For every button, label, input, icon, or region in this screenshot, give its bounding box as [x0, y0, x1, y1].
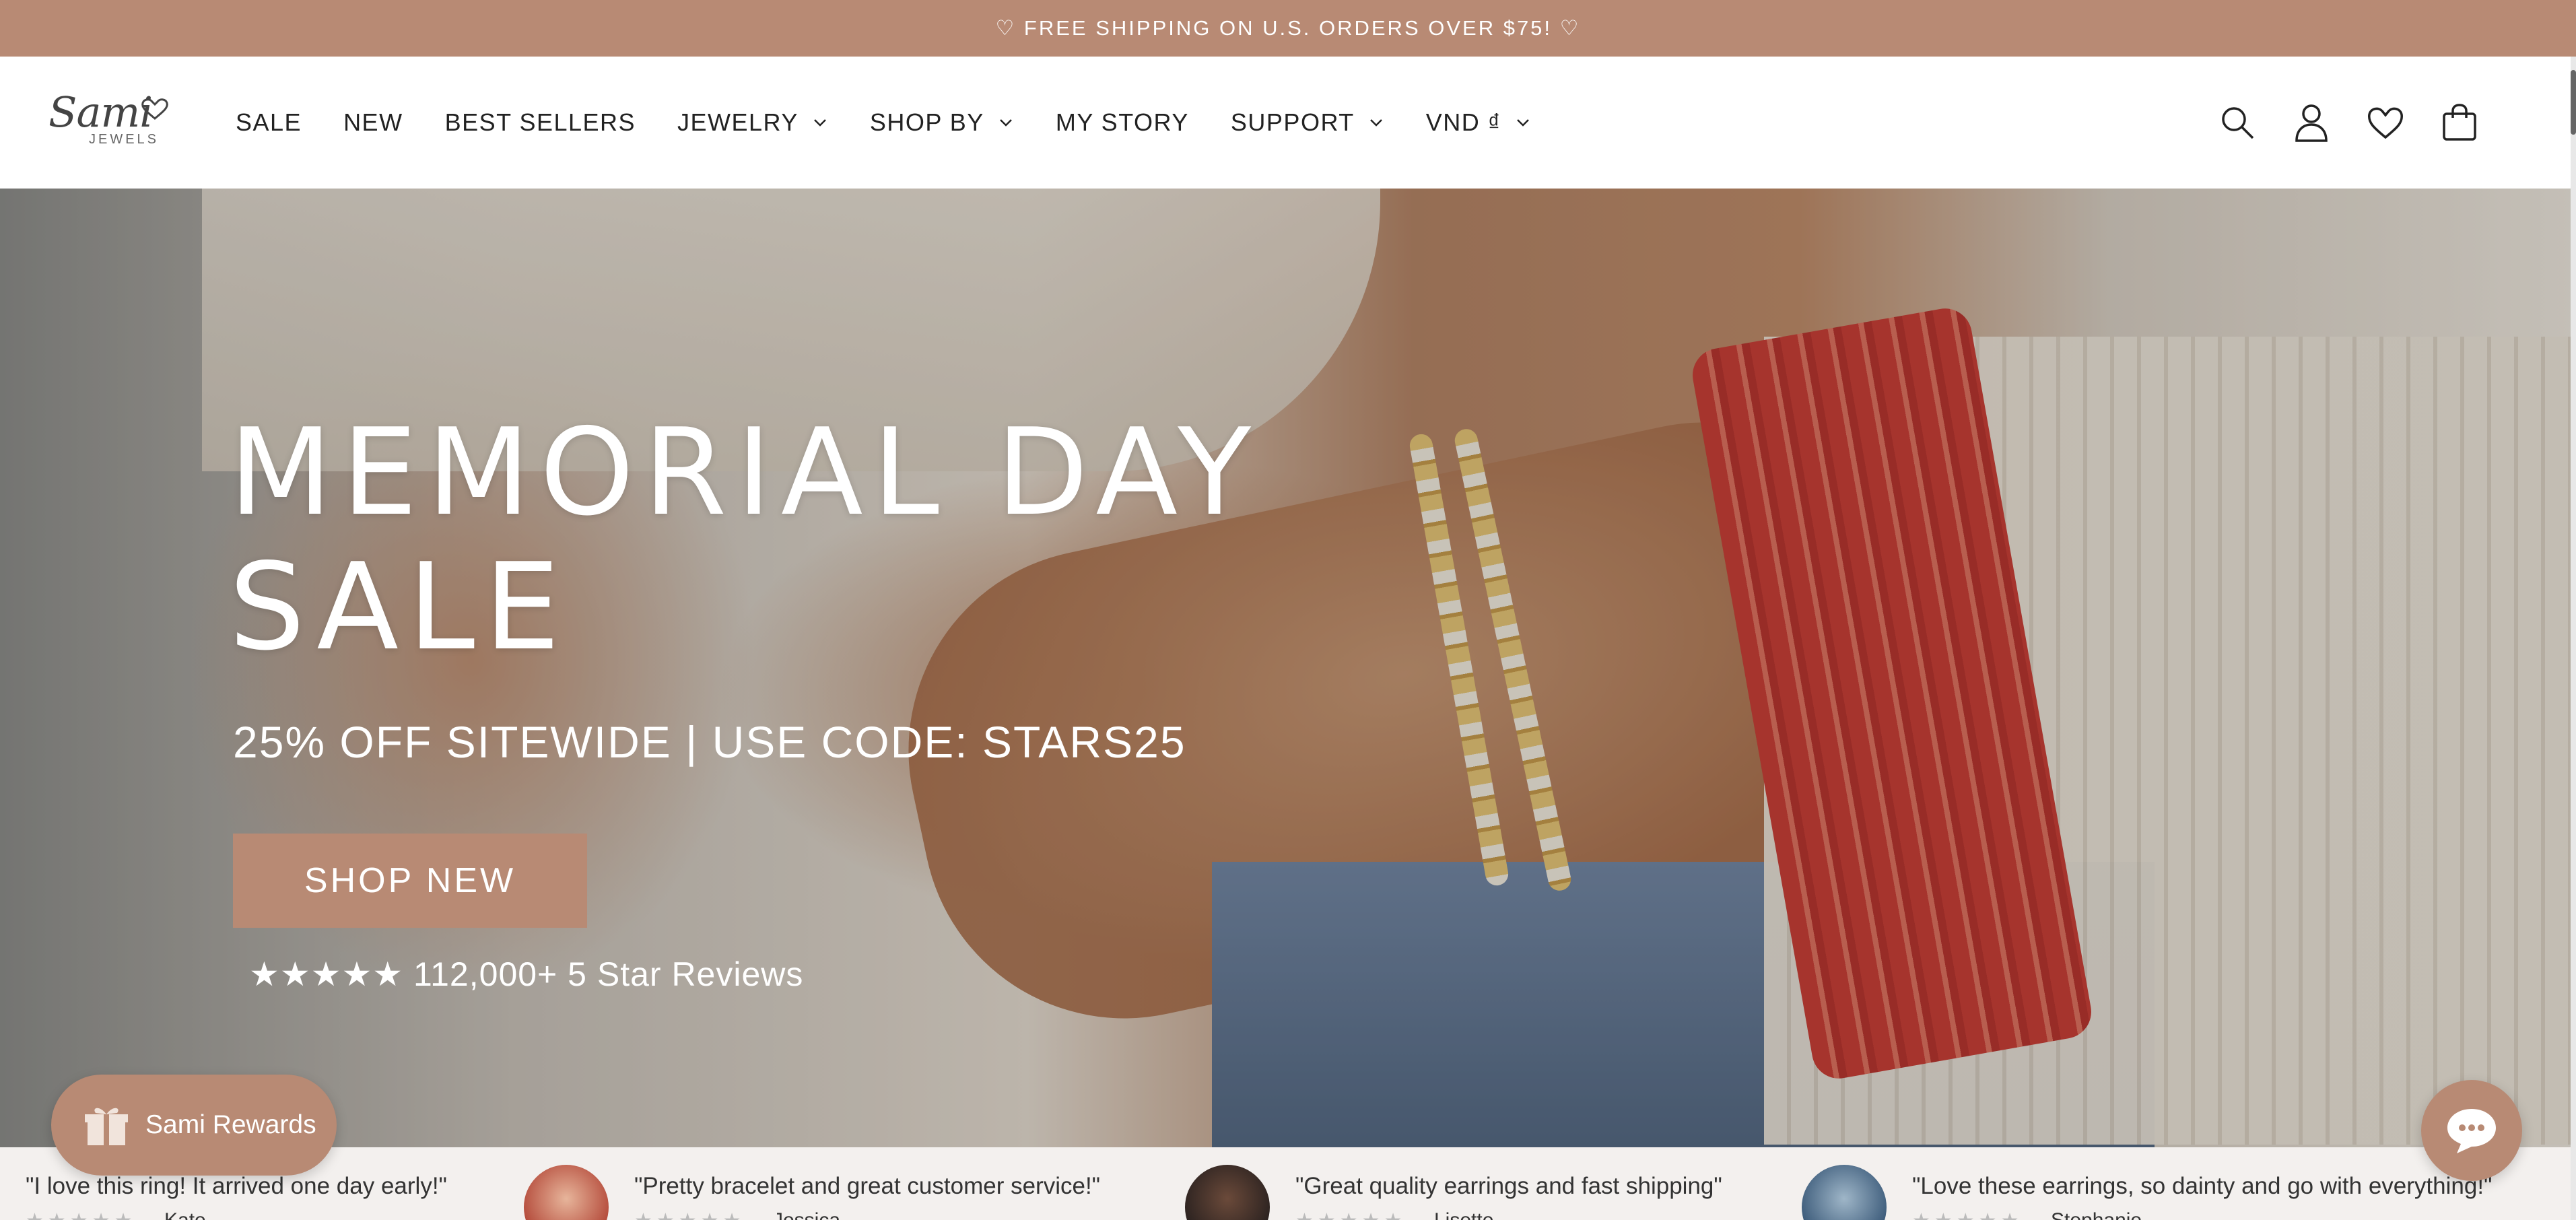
review-name: Stephanie: [2051, 1209, 2142, 1220]
site-header: Sami JEWELS SALE NEW BEST SELLERS JEWELR…: [0, 57, 2576, 189]
wishlist-heart-icon: [2368, 107, 2403, 139]
review-name: Kate: [164, 1209, 206, 1220]
nav-label: BEST SELLERS: [444, 108, 636, 136]
nav-item-my-story[interactable]: MY STORY: [1056, 108, 1189, 137]
hero-reviews-stars: ★★★★★: [249, 955, 404, 993]
chevron-down-icon: [1516, 119, 1529, 127]
announcement-text: ♡ FREE SHIPPING ON U.S. ORDERS OVER $75!…: [995, 16, 1581, 40]
hero-banner: MEMORIAL DAY SALE 25% OFF SITEWIDE | USE…: [0, 189, 2571, 1147]
nav-label: SHOP BY: [869, 108, 984, 136]
hero-subtitle: 25% OFF SITEWIDE | USE CODE: STARS25: [233, 717, 1186, 767]
review-stars: ★★★★★: [26, 1209, 136, 1220]
chat-bubble-icon: [2447, 1109, 2496, 1153]
review-name: Lisette: [1434, 1209, 1493, 1220]
chevron-down-icon: [814, 119, 826, 127]
avatar: [524, 1165, 609, 1220]
logo-script: Sami: [48, 88, 153, 137]
nav-item-shop-by[interactable]: SHOP BY: [870, 108, 1014, 137]
avatar: [1802, 1165, 1887, 1220]
chat-button[interactable]: [2421, 1080, 2522, 1181]
review-stars: ★★★★★: [634, 1209, 745, 1220]
gift-icon: [85, 1108, 128, 1145]
rewards-label: Sami Rewards: [145, 1110, 316, 1139]
main-nav: SALE NEW BEST SELLERS JEWELRY SHOP BY MY…: [236, 57, 1573, 189]
review-quote: "I love this ring! It arrived one day ea…: [26, 1173, 447, 1199]
review-quote: "Pretty bracelet and great customer serv…: [634, 1173, 1101, 1199]
nav-item-sale[interactable]: SALE: [236, 108, 302, 137]
currency-selector[interactable]: VND ₫: [1426, 108, 1531, 137]
hero-reviews: ★★★★★ 112,000+ 5 Star Reviews: [249, 955, 803, 994]
review-quote: "Great quality earrings and fast shippin…: [1295, 1173, 1722, 1199]
nav-item-new[interactable]: NEW: [343, 108, 403, 137]
shop-new-button[interactable]: SHOP NEW: [233, 834, 587, 928]
search-icon: [2222, 107, 2254, 139]
header-icons: [2185, 57, 2482, 189]
announcement-bar: ♡ FREE SHIPPING ON U.S. ORDERS OVER $75!…: [0, 0, 2576, 57]
scrollbar-thumb[interactable]: [2571, 70, 2576, 135]
rewards-button[interactable]: Sami Rewards: [51, 1075, 337, 1176]
nav-item-support[interactable]: SUPPORT: [1231, 108, 1384, 137]
reviews-strip: "I love this ring! It arrived one day ea…: [0, 1147, 2576, 1220]
search-button[interactable]: [2215, 100, 2260, 145]
hero-reviews-text: 112,000+ 5 Star Reviews: [413, 955, 804, 993]
nav-item-jewelry[interactable]: JEWELRY: [677, 108, 828, 137]
review-stars: ★★★★★: [1295, 1209, 1406, 1220]
currency-label: VND ₫: [1425, 108, 1501, 136]
wishlist-button[interactable]: [2363, 100, 2408, 145]
review-stars: ★★★★★: [1912, 1209, 2023, 1220]
review-quote: "Love these earrings, so dainty and go w…: [1912, 1173, 2493, 1199]
cart-button[interactable]: [2437, 100, 2482, 145]
nav-label: SUPPORT: [1230, 108, 1355, 136]
nav-label: JEWELRY: [677, 108, 799, 136]
logo-heart-icon: [141, 98, 168, 120]
nav-label: SALE: [236, 108, 302, 136]
account-icon: [2295, 104, 2328, 142]
chevron-down-icon: [999, 119, 1012, 127]
hero-title-line2: SALE: [229, 537, 570, 677]
nav-label: NEW: [343, 108, 403, 136]
review-name: Jessica: [773, 1209, 840, 1220]
nav-label: MY STORY: [1055, 108, 1189, 136]
chevron-down-icon: [1369, 119, 1382, 127]
cart-bag-icon: [2443, 104, 2476, 141]
nav-item-best-sellers[interactable]: BEST SELLERS: [445, 108, 636, 137]
logo-sub: JEWELS: [89, 132, 160, 147]
account-button[interactable]: [2289, 100, 2334, 145]
avatar: [1185, 1165, 1270, 1220]
logo[interactable]: Sami JEWELS: [48, 88, 176, 149]
page-scrollbar[interactable]: [2571, 57, 2576, 1220]
hero-title: MEMORIAL DAY SALE: [229, 405, 1260, 675]
hero-title-line1: MEMORIAL DAY: [229, 403, 1261, 542]
